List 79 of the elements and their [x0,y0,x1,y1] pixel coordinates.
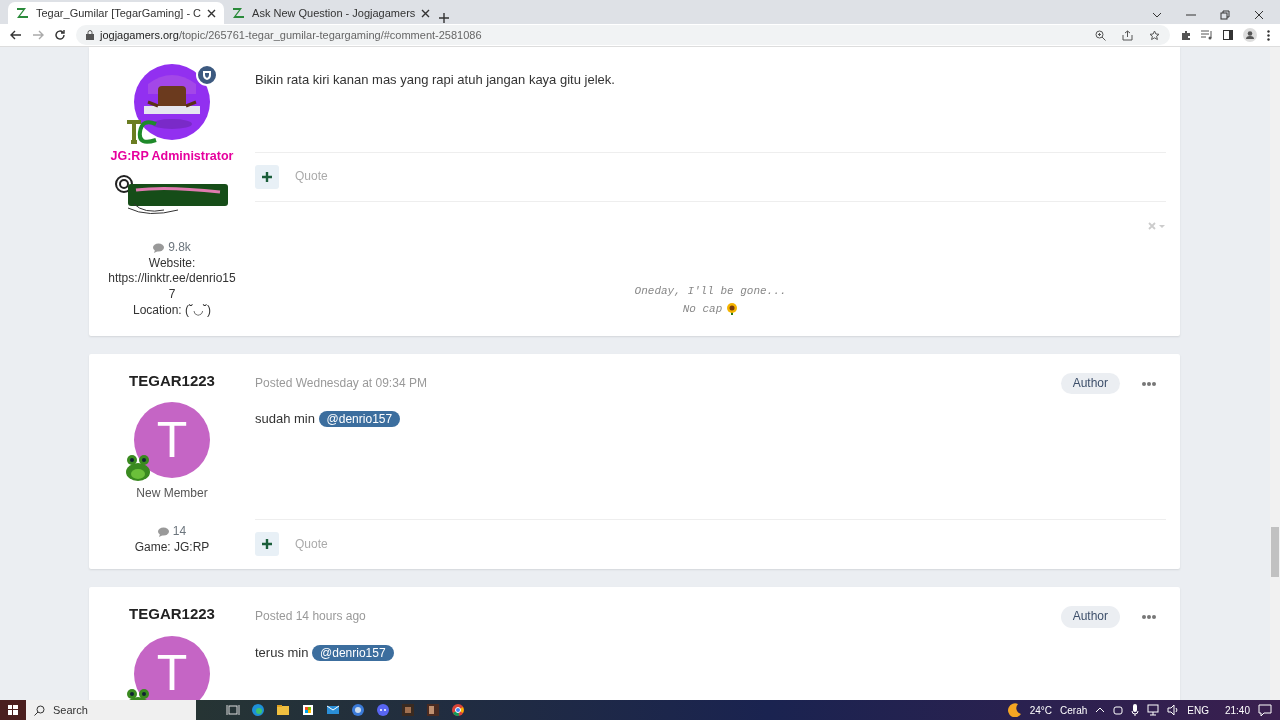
chevron-down-icon[interactable] [1152,12,1162,18]
rank-emblem-icon [124,118,158,144]
taskbar-search[interactable]: Search [26,700,196,720]
profile-field: Location: (˘◡˘) [133,302,211,319]
lock-icon [86,30,94,40]
close-icon[interactable] [1254,10,1264,20]
phone-app-icon[interactable] [351,702,365,718]
task-view-icon[interactable] [226,702,240,718]
search-icon [34,704,45,716]
profile-field: Game: JG:RP [134,539,210,556]
site-logo-icon [16,7,30,19]
frog-icon [124,452,152,483]
side-panel-icon[interactable] [1223,30,1233,40]
website-link[interactable]: https://linktr.ee/denrio157 [108,271,236,303]
browser-tab[interactable]: Tegar_Gumilar [TegarGaming] - C [8,2,225,24]
notification-icon[interactable] [1258,704,1272,716]
author-name[interactable]: TEGAR1223 [129,370,215,391]
windows-start-icon[interactable] [0,700,26,720]
media-icon[interactable] [1201,30,1213,40]
comment-icon [157,526,169,537]
sunflower-icon [726,302,739,315]
edge-icon[interactable] [251,702,265,718]
moon-icon [1007,703,1022,717]
close-icon[interactable] [207,8,217,18]
language-indicator[interactable]: ENG [1187,703,1209,717]
chevron-up-icon[interactable] [1095,707,1106,713]
post-count: 14 [172,524,187,540]
more-options-icon[interactable] [1142,614,1156,619]
post-text: Bikin rata kiri kanan mas yang rapi atuh jangan kaya gitu jelek. [255,72,615,87]
member-group: JG:RP Administrator [110,148,234,165]
weather-text: Cerah [1060,703,1088,717]
post-count: 9.8k [168,240,191,256]
star-icon[interactable] [1149,29,1160,41]
more-icon[interactable] [1267,29,1270,41]
field-label: Website: [148,255,196,272]
camera-icon[interactable] [1113,704,1124,716]
temperature: 24°C [1029,703,1053,717]
profile-icon[interactable] [1243,28,1257,42]
extensions-icon[interactable] [1180,29,1191,41]
zoom-icon[interactable] [1095,29,1106,41]
more-options-icon[interactable] [1142,381,1156,386]
post-text: sudah min [255,411,316,427]
member-group: New Member [136,486,208,502]
reload-icon[interactable] [54,29,66,41]
post-date: Posted Wednesday at 09:34 PM [255,375,427,392]
store-icon[interactable] [301,702,315,718]
author-badge: Author [1060,372,1120,395]
browser-tab[interactable]: Ask New Question - Jogjagamers [224,2,439,24]
new-tab-icon[interactable] [438,12,451,24]
back-icon[interactable] [10,30,22,40]
author-name[interactable]: TEGAR1223 [129,604,215,624]
signature-line: Oneday, I'll be gone... [634,283,787,299]
clock[interactable]: 21:40 [1224,703,1250,717]
author-badge: Author [1060,606,1120,628]
game-app-icon[interactable] [401,702,415,718]
plus-icon [262,171,272,182]
restore-icon[interactable] [1220,10,1230,20]
mention-link[interactable]: @denrio157 [318,411,401,428]
scrollbar-thumb[interactable] [1271,527,1279,577]
add-quote-button[interactable] [255,164,279,189]
address-bar[interactable]: jogjagamers.org/topic/265761-tegar_gumilar-tegargaming/#comment-2581086 [76,25,1170,45]
volume-icon[interactable] [1167,704,1180,716]
signature-line: No cap [682,301,723,317]
comment-icon [153,243,165,254]
chrome-icon[interactable] [451,702,465,718]
share-icon[interactable] [1122,29,1133,41]
mention-link[interactable]: @denrio157 [312,644,394,661]
plus-icon [262,539,272,550]
microphone-icon[interactable] [1131,704,1140,716]
close-icon[interactable] [421,8,431,18]
url-text: jogjagamers.org/topic/265761-tegar_gumilar-tegargaming/#comment-2581086 [100,27,482,43]
post-date: Posted 14 hours ago [255,609,366,625]
post-text: terus min [255,644,310,660]
discord-icon[interactable] [376,702,390,718]
site-logo-icon [232,7,247,19]
add-quote-button[interactable] [255,532,279,557]
folder-icon[interactable] [276,702,290,718]
network-icon[interactable] [1147,704,1160,716]
game-app-icon[interactable] [426,702,440,718]
